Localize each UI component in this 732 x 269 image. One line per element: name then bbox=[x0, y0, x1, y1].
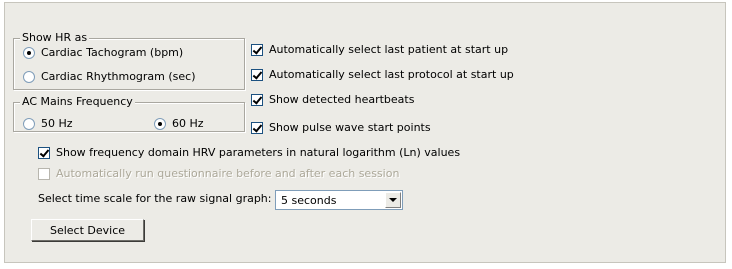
radio-60hz[interactable]: 60 Hz bbox=[154, 117, 204, 130]
checkbox-label: Automatically run questionnaire before a… bbox=[56, 167, 400, 180]
radio-button-selected-icon[interactable] bbox=[154, 117, 166, 130]
checkbox-show-pulse-wave[interactable]: Show pulse wave start points bbox=[251, 121, 431, 134]
radio-button-icon[interactable] bbox=[23, 117, 35, 130]
radio-button-icon[interactable] bbox=[23, 70, 35, 83]
checkbox-disabled-icon[interactable] bbox=[38, 167, 50, 180]
select-device-button[interactable]: Select Device bbox=[31, 219, 144, 241]
radio-50hz[interactable]: 50 Hz bbox=[23, 117, 73, 130]
checkbox-questionnaire[interactable]: Automatically run questionnaire before a… bbox=[38, 167, 399, 180]
radio-label: 60 Hz bbox=[172, 117, 204, 130]
radio-label: 50 Hz bbox=[41, 117, 73, 130]
checkbox-label: Show detected heartbeats bbox=[269, 93, 415, 106]
radio-label: Cardiac Rhythmogram (sec) bbox=[41, 70, 196, 83]
checkbox-auto-patient[interactable]: Automatically select last patient at sta… bbox=[251, 43, 508, 56]
checkbox-ln-values[interactable]: Show frequency domain HRV parameters in … bbox=[38, 146, 460, 159]
checkbox-checked-icon[interactable] bbox=[251, 68, 263, 81]
checkbox-checked-icon[interactable] bbox=[251, 121, 263, 134]
checkbox-label: Show frequency domain HRV parameters in … bbox=[56, 146, 461, 159]
checkbox-label: Show pulse wave start points bbox=[269, 121, 431, 134]
checkbox-label: Automatically select last patient at sta… bbox=[269, 43, 509, 56]
checkbox-checked-icon[interactable] bbox=[38, 146, 50, 159]
radio-label: Cardiac Tachogram (bpm) bbox=[41, 46, 184, 59]
checkbox-auto-protocol[interactable]: Automatically select last protocol at st… bbox=[251, 68, 514, 81]
radio-cardiac-rhythmogram[interactable]: Cardiac Rhythmogram (sec) bbox=[23, 70, 196, 83]
time-scale-label: Select time scale for the raw signal gra… bbox=[38, 192, 272, 205]
checkbox-checked-icon[interactable] bbox=[251, 93, 263, 106]
radio-cardiac-tachogram[interactable]: Cardiac Tachogram (bpm) bbox=[23, 46, 183, 59]
time-scale-dropdown[interactable]: 5 seconds bbox=[275, 190, 403, 210]
radio-button-selected-icon[interactable] bbox=[23, 46, 35, 59]
ac-mains-group-title: AC Mains Frequency bbox=[20, 95, 135, 109]
show-hr-group-title: Show HR as bbox=[20, 31, 90, 45]
chevron-down-icon[interactable] bbox=[385, 192, 401, 208]
checkbox-label: Automatically select last protocol at st… bbox=[269, 68, 514, 81]
checkbox-checked-icon[interactable] bbox=[251, 43, 263, 56]
time-scale-value: 5 seconds bbox=[281, 194, 337, 207]
settings-panel: Show HR as Cardiac Tachogram (bpm) Cardi… bbox=[4, 2, 726, 263]
checkbox-show-heartbeats[interactable]: Show detected heartbeats bbox=[251, 93, 414, 106]
